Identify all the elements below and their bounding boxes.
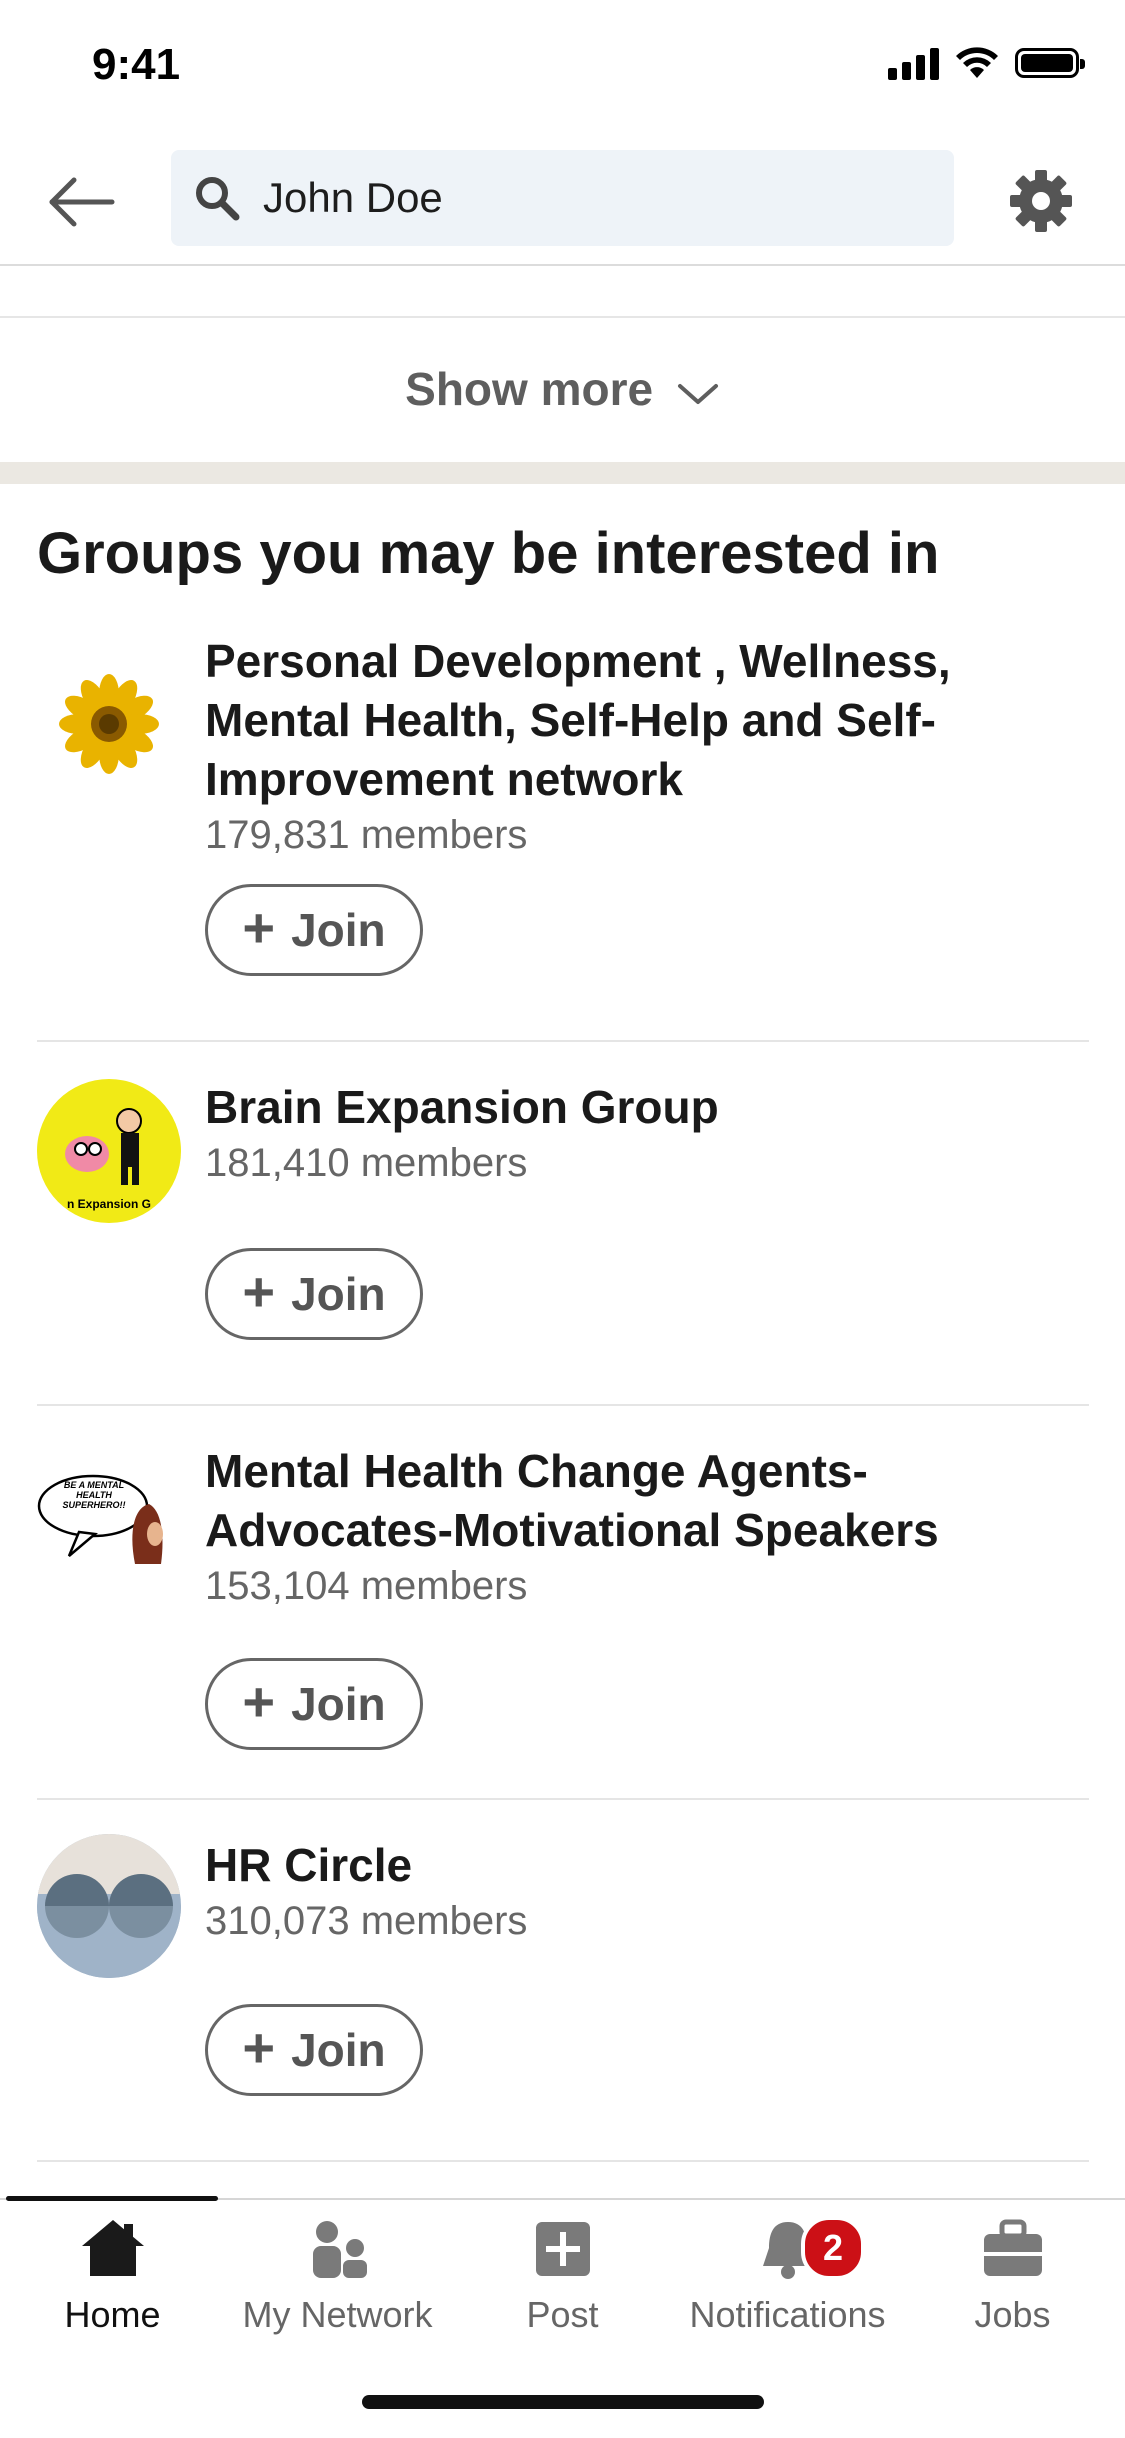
gear-icon: [1010, 170, 1072, 232]
group-logo-text: BE A MENTAL HEALTH SUPERHERO!!: [62, 1480, 126, 1510]
join-button[interactable]: + Join: [205, 1658, 423, 1750]
home-indicator[interactable]: [362, 2395, 764, 2409]
nav-post[interactable]: Post: [450, 2214, 675, 2336]
group-members: 153,104 members: [205, 1564, 528, 1608]
group-info: HR Circle 310,073 members: [205, 1836, 1079, 1947]
briefcase-icon: [983, 2219, 1042, 2276]
show-more-button[interactable]: Show more: [0, 362, 1125, 416]
people-icon: [312, 2221, 367, 2278]
status-icons: [888, 46, 1085, 80]
group-name[interactable]: Mental Health Change Agents-Advocates-Mo…: [205, 1442, 1079, 1560]
back-arrow-icon: [49, 177, 115, 227]
group-card[interactable]: BE A MENTAL HEALTH SUPERHERO!! Mental He…: [37, 1406, 1089, 1800]
group-name[interactable]: Brain Expansion Group: [205, 1078, 1079, 1137]
plus-square-icon: [535, 2222, 590, 2276]
nav-notifications[interactable]: 2 Notifications: [675, 2214, 900, 2336]
join-button[interactable]: + Join: [205, 2004, 423, 2096]
group-members: 179,831 members: [205, 813, 528, 857]
nav-jobs[interactable]: Jobs: [900, 2214, 1125, 2336]
section-divider: [0, 462, 1125, 484]
group-info: Brain Expansion Group 181,410 members: [205, 1078, 1079, 1189]
search-query: John Doe: [263, 174, 443, 221]
group-info: Personal Development , Wellness, Mental …: [205, 632, 1079, 861]
top-bar: John Doe: [0, 140, 1125, 266]
group-members: 310,073 members: [205, 1899, 528, 1943]
cellular-signal-icon: [888, 46, 939, 80]
brain-expansion-logo: n Expansion G: [37, 1079, 181, 1223]
battery-icon: [1015, 48, 1085, 78]
group-card[interactable]: Personal Development , Wellness, Mental …: [37, 612, 1089, 1042]
group-name[interactable]: HR Circle: [205, 1836, 1079, 1895]
search-input[interactable]: John Doe: [171, 150, 954, 246]
status-time: 9:41: [92, 40, 181, 89]
back-button[interactable]: [40, 160, 124, 244]
group-card[interactable]: n Expansion G Brain Expansion Group 181,…: [37, 1042, 1089, 1406]
chevron-down-icon: [677, 383, 718, 404]
group-card[interactable]: HR Circle 310,073 members + Join: [37, 1800, 1089, 2162]
join-label: Join: [291, 1268, 386, 1320]
plus-icon: +: [242, 896, 276, 959]
section-title: Groups you may be interested in: [37, 521, 940, 586]
sunflower-logo: [37, 652, 181, 796]
show-more-row: Show more: [0, 316, 1125, 464]
active-tab-indicator: [6, 2196, 218, 2201]
hr-circle-logo: [37, 1834, 181, 1978]
join-label: Join: [291, 2024, 386, 2076]
wifi-icon: [956, 47, 998, 78]
nav-my-network[interactable]: My Network: [225, 2214, 450, 2336]
group-logo-text: n Expansion G: [66, 1197, 151, 1211]
nav-home-label: Home: [64, 2294, 161, 2335]
notification-badge: 2: [801, 2216, 865, 2280]
group-name[interactable]: Personal Development , Wellness, Mental …: [205, 632, 1079, 809]
home-icon: [81, 2220, 144, 2276]
group-info: Mental Health Change Agents-Advocates-Mo…: [205, 1442, 1079, 1612]
plus-icon: +: [242, 1670, 276, 1733]
mental-health-superhero-logo: BE A MENTAL HEALTH SUPERHERO!!: [37, 1464, 181, 1608]
group-members: 181,410 members: [205, 1141, 528, 1185]
join-label: Join: [291, 904, 386, 956]
settings-button[interactable]: [1006, 166, 1076, 236]
join-label: Join: [291, 1678, 386, 1730]
nav-notifications-label: Notifications: [689, 2294, 886, 2335]
nav-jobs-label: Jobs: [974, 2294, 1051, 2335]
plus-icon: +: [242, 1260, 276, 1323]
plus-icon: +: [242, 2016, 276, 2079]
status-bar: 9:41: [0, 0, 1125, 140]
join-button[interactable]: + Join: [205, 884, 423, 976]
nav-my-network-label: My Network: [242, 2294, 433, 2335]
show-more-label: Show more: [405, 363, 654, 415]
search-icon: [196, 177, 240, 221]
nav-post-label: Post: [526, 2294, 599, 2335]
join-button[interactable]: + Join: [205, 1248, 423, 1340]
nav-home[interactable]: Home: [0, 2214, 225, 2336]
